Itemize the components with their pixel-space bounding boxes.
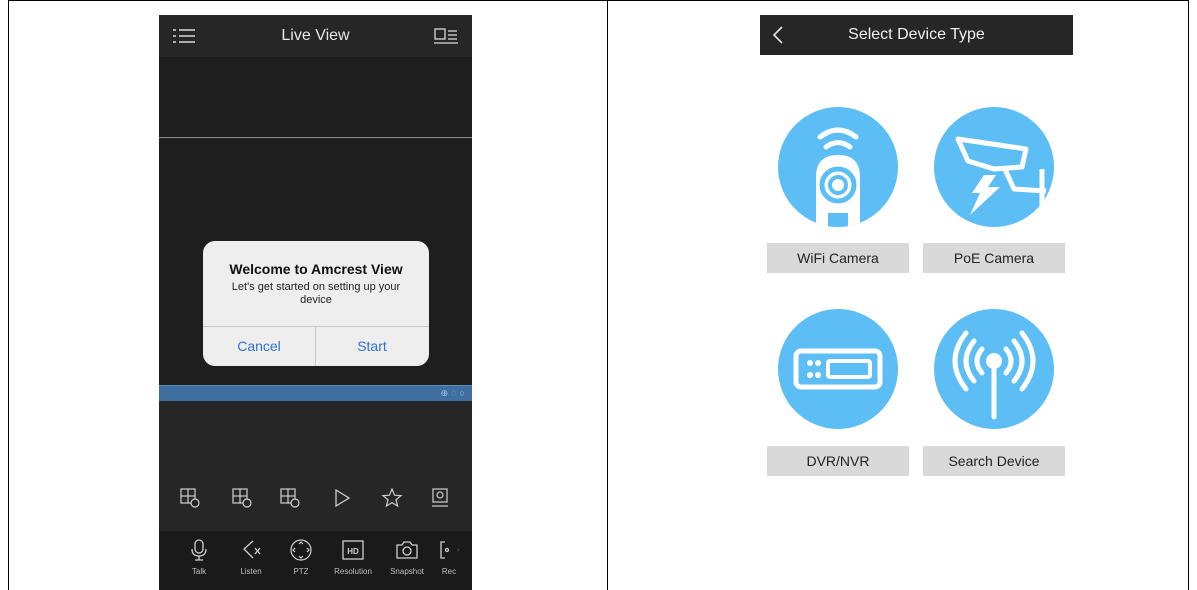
wifi-camera-option[interactable]	[778, 107, 898, 227]
snapshot-label: Snapshot	[390, 567, 424, 576]
speaker-mute-icon	[243, 540, 261, 559]
talk-button[interactable]: Talk	[175, 539, 223, 576]
live-view-screen: Live View ⊕◌○ Talk Listen PTZ HD Resolut…	[159, 15, 472, 590]
dialog-title: Welcome to Amcrest View	[229, 261, 403, 277]
wifi-camera-icon	[816, 127, 860, 227]
dvr-nvr-button[interactable]: DVR/NVR	[767, 446, 909, 476]
welcome-dialog: Welcome to Amcrest View Let's get starte…	[203, 241, 429, 366]
live-view-header: Live View	[159, 15, 472, 57]
grid-4-icon[interactable]	[179, 487, 201, 509]
search-device-icon	[952, 330, 1036, 420]
select-device-type-screen: Select Device Type WiFi Camera PoE Camer…	[760, 15, 1073, 590]
rec-label: Rec	[441, 567, 457, 576]
camera-icon	[396, 541, 418, 559]
video-pane-1[interactable]	[159, 57, 472, 138]
ptz-label: PTZ	[293, 567, 309, 576]
poe-camera-option[interactable]	[934, 107, 1054, 227]
resolution-label: Resolution	[334, 567, 372, 576]
favorite-star-icon[interactable]	[381, 487, 403, 509]
hd-icon: HD	[342, 540, 364, 560]
dialog-message: Let's get started on setting up your dev…	[231, 281, 401, 306]
select-device-header: Select Device Type	[760, 15, 1073, 55]
search-device-option[interactable]	[934, 309, 1054, 429]
snapshot-button[interactable]: Snapshot	[383, 539, 431, 576]
listen-label: Listen	[240, 567, 262, 576]
wifi-camera-button[interactable]: WiFi Camera	[767, 243, 909, 273]
dvr-nvr-option[interactable]	[778, 309, 898, 429]
grid-9-icon[interactable]	[231, 487, 253, 509]
layout-toolbar	[159, 481, 472, 515]
record-button[interactable]: › Rec	[429, 539, 469, 576]
svg-text:›: ›	[457, 547, 460, 554]
microphone-icon	[191, 539, 207, 561]
page-title: Select Device Type	[848, 26, 985, 43]
grid-16-icon[interactable]	[279, 487, 301, 509]
search-device-button[interactable]: Search Device	[923, 446, 1065, 476]
device-list-icon[interactable]	[434, 28, 458, 44]
ptz-button[interactable]: PTZ	[277, 539, 325, 576]
listen-button[interactable]: Listen	[227, 539, 275, 576]
play-icon[interactable]	[331, 487, 353, 509]
pane-status-icons: ⊕◌○	[440, 388, 468, 398]
live-view-bottom-bar: Talk Listen PTZ HD Resolution Snapshot ›…	[159, 531, 472, 590]
cancel-button[interactable]: Cancel	[203, 327, 315, 366]
start-button[interactable]: Start	[316, 327, 428, 366]
camera-preview-icon[interactable]	[429, 487, 451, 509]
resolution-button[interactable]: HD Resolution	[329, 539, 377, 576]
poe-camera-button[interactable]: PoE Camera	[923, 243, 1065, 273]
record-icon: ›	[440, 541, 460, 559]
poe-camera-icon	[955, 136, 1047, 215]
dvr-nvr-icon	[793, 348, 883, 390]
page-title: Live View	[281, 27, 350, 44]
selected-pane-bar[interactable]: ⊕◌○	[159, 385, 472, 401]
talk-label: Talk	[191, 567, 207, 576]
ptz-icon	[290, 539, 312, 561]
svg-text:HD: HD	[347, 547, 359, 556]
table-column-divider	[607, 0, 608, 590]
video-pane-3[interactable]	[159, 401, 472, 459]
